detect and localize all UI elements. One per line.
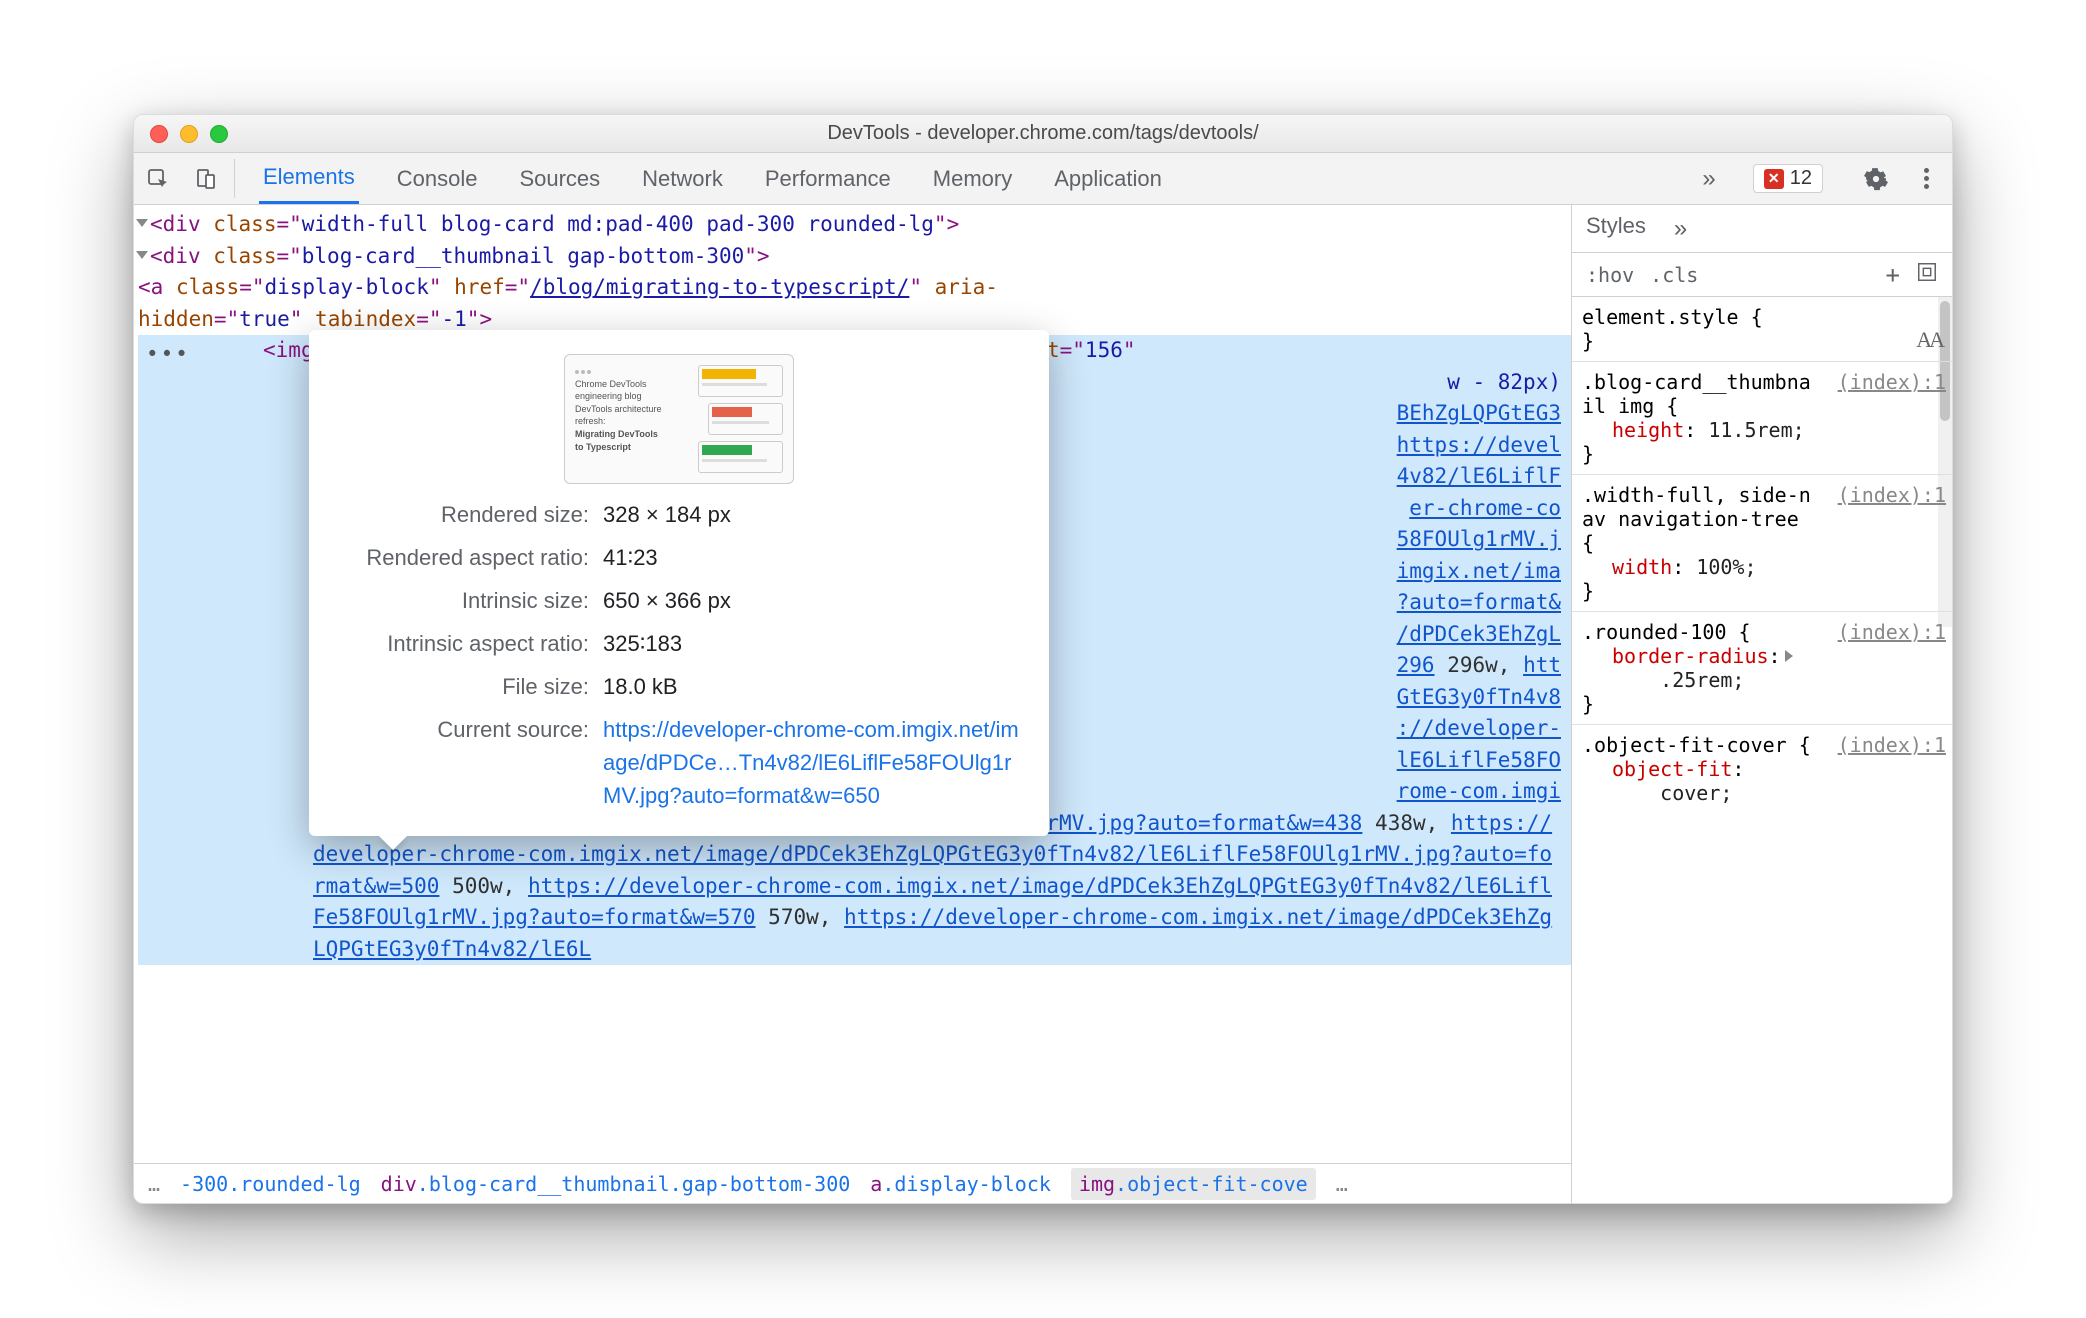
error-badge[interactable]: ✕ 12 [1753,164,1823,193]
window-title: DevTools - developer.chrome.com/tags/dev… [134,122,1952,145]
main-toolbar: Elements Console Sources Network Perform… [134,153,1952,205]
caret-icon[interactable] [136,251,148,259]
error-icon: ✕ [1764,169,1784,189]
thumb-text: DevTools architecture refresh: [575,403,690,428]
rule-close: } [1582,329,1946,353]
style-rule[interactable]: .blog-card__thumbnail img { (index):1 he… [1572,362,1952,475]
breadcrumb-item[interactable]: a.display-block [870,1172,1051,1196]
rule-selector: .rounded-100 { [1582,620,1751,644]
css-value[interactable]: 100%; [1696,555,1756,579]
rule-selector: element.style { [1582,305,1812,329]
thumb-text: to Typescript [575,441,690,454]
inspect-element-icon[interactable] [134,153,182,204]
file-size-label: File size: [339,670,589,703]
content-row: <div class="width-full blog-card md:pad-… [134,205,1952,1203]
breadcrumb-item-active[interactable]: img.object-fit-cove [1071,1168,1316,1200]
thumb-text: Migrating DevTools [575,428,690,441]
error-count: 12 [1790,167,1812,190]
breadcrumb-item[interactable]: -300.rounded-lg [180,1172,361,1196]
cls-toggle[interactable]: .cls [1650,263,1698,287]
image-info-grid: Rendered size: 328 × 184 px Rendered asp… [339,498,1019,812]
style-rule[interactable]: .rounded-100 { (index):1 border-radius: … [1572,612,1952,725]
sidebar-more-tabs-icon[interactable]: » [1666,215,1695,243]
dom-tree[interactable]: <div class="width-full blog-card md:pad-… [134,205,1571,1163]
thumb-text: Chrome DevTools engineering blog [575,378,690,403]
window-titlebar: DevTools - developer.chrome.com/tags/dev… [134,115,1952,153]
dom-breadcrumb[interactable]: … -300.rounded-lg div.blog-card__thumbna… [134,1163,1571,1203]
more-tabs-icon[interactable]: » [1694,165,1723,193]
image-thumbnail: Chrome DevTools engineering blog DevTool… [564,354,794,484]
intrinsic-size-value: 650 × 366 px [603,584,1019,617]
dom-node[interactable]: <div class="blog-card__thumbnail gap-bot… [138,241,1571,273]
devtools-window: DevTools - developer.chrome.com/tags/dev… [133,114,1953,1204]
rule-close: } [1582,579,1946,603]
rendered-size-value: 328 × 184 px [603,498,1019,531]
intrinsic-ar-value: 325∶183 [603,627,1019,660]
rule-selector: .blog-card__thumbnail img { [1582,370,1812,418]
tab-application[interactable]: Application [1050,153,1166,204]
css-property[interactable]: object-fit [1612,757,1732,781]
dom-node[interactable]: <div class="width-full blog-card md:pad-… [138,209,1571,241]
intrinsic-ar-label: Intrinsic aspect ratio: [339,627,589,660]
tab-network[interactable]: Network [638,153,727,204]
rule-close: } [1582,442,1946,466]
rule-selector: .width-full, side-nav navigation-tree { [1582,483,1812,555]
tab-performance[interactable]: Performance [761,153,895,204]
font-indicator-icon: AA [1916,327,1942,353]
rule-source-link[interactable]: (index):1 [1838,620,1946,644]
rendered-ar-label: Rendered aspect ratio: [339,541,589,574]
css-value[interactable]: 11.5rem; [1708,418,1804,442]
image-info-popover: Chrome DevTools engineering blog DevTool… [309,330,1049,836]
css-value[interactable]: cover; [1660,781,1732,805]
hov-toggle[interactable]: :hov [1586,263,1634,287]
rendered-ar-value: 41∶23 [603,541,1019,574]
file-size-value: 18.0 kB [603,670,1019,703]
rule-source-link[interactable]: (index):1 [1838,483,1946,555]
style-rule[interactable]: element.style { } AA [1572,297,1952,362]
new-style-rule-icon[interactable]: + [1886,261,1900,289]
computed-panel-icon[interactable] [1916,261,1938,288]
styles-sidebar: Styles » :hov .cls + element.style { } A… [1572,205,1952,1203]
sidebar-tabs: Styles » [1572,205,1952,253]
more-options-icon[interactable] [1910,168,1942,189]
toolbar-divider [234,159,235,198]
tab-memory[interactable]: Memory [929,153,1016,204]
tab-elements[interactable]: Elements [259,153,359,204]
intrinsic-size-label: Intrinsic size: [339,584,589,617]
css-value[interactable]: .25rem; [1660,668,1744,692]
expand-shorthand-icon[interactable] [1785,650,1793,662]
rule-source-link[interactable]: (index):1 [1838,370,1946,418]
css-property[interactable]: height [1612,418,1684,442]
css-property[interactable]: border-radius [1612,644,1769,668]
tab-sources[interactable]: Sources [515,153,604,204]
rule-selector: .object-fit-cover { [1582,733,1811,757]
caret-icon[interactable] [136,219,148,227]
rendered-size-label: Rendered size: [339,498,589,531]
breadcrumb-ellipsis[interactable]: … [148,1172,160,1196]
current-source-label: Current source: [339,713,589,812]
settings-gear-icon[interactable] [1852,167,1900,191]
panel-tabs: Elements Console Sources Network Perform… [239,153,1694,204]
breadcrumb-item[interactable]: div.blog-card__thumbnail.gap-bottom-300 [381,1172,851,1196]
tab-console[interactable]: Console [393,153,482,204]
toolbar-right: » ✕ 12 [1694,153,1952,204]
sidebar-tab-styles[interactable]: Styles [1586,213,1646,245]
rule-close: } [1582,692,1946,716]
dom-node[interactable]: <a class="display-block" href="/blog/mig… [138,272,1571,304]
elements-pane: <div class="width-full blog-card md:pad-… [134,205,1572,1203]
styles-controls: :hov .cls + [1572,253,1952,297]
style-rules: element.style { } AA .blog-card__thumbna… [1572,297,1952,1203]
style-rule[interactable]: .width-full, side-nav navigation-tree { … [1572,475,1952,612]
gutter-ellipsis-icon: ••• [146,339,190,371]
style-rule[interactable]: .object-fit-cover { (index):1 object-fit… [1572,725,1952,813]
current-source-value[interactable]: https://developer-chrome-com.imgix.net/i… [603,713,1019,812]
device-toolbar-icon[interactable] [182,153,230,204]
rule-source-link[interactable]: (index):1 [1838,733,1946,757]
breadcrumb-ellipsis[interactable]: … [1336,1172,1348,1196]
css-property[interactable]: width [1612,555,1672,579]
